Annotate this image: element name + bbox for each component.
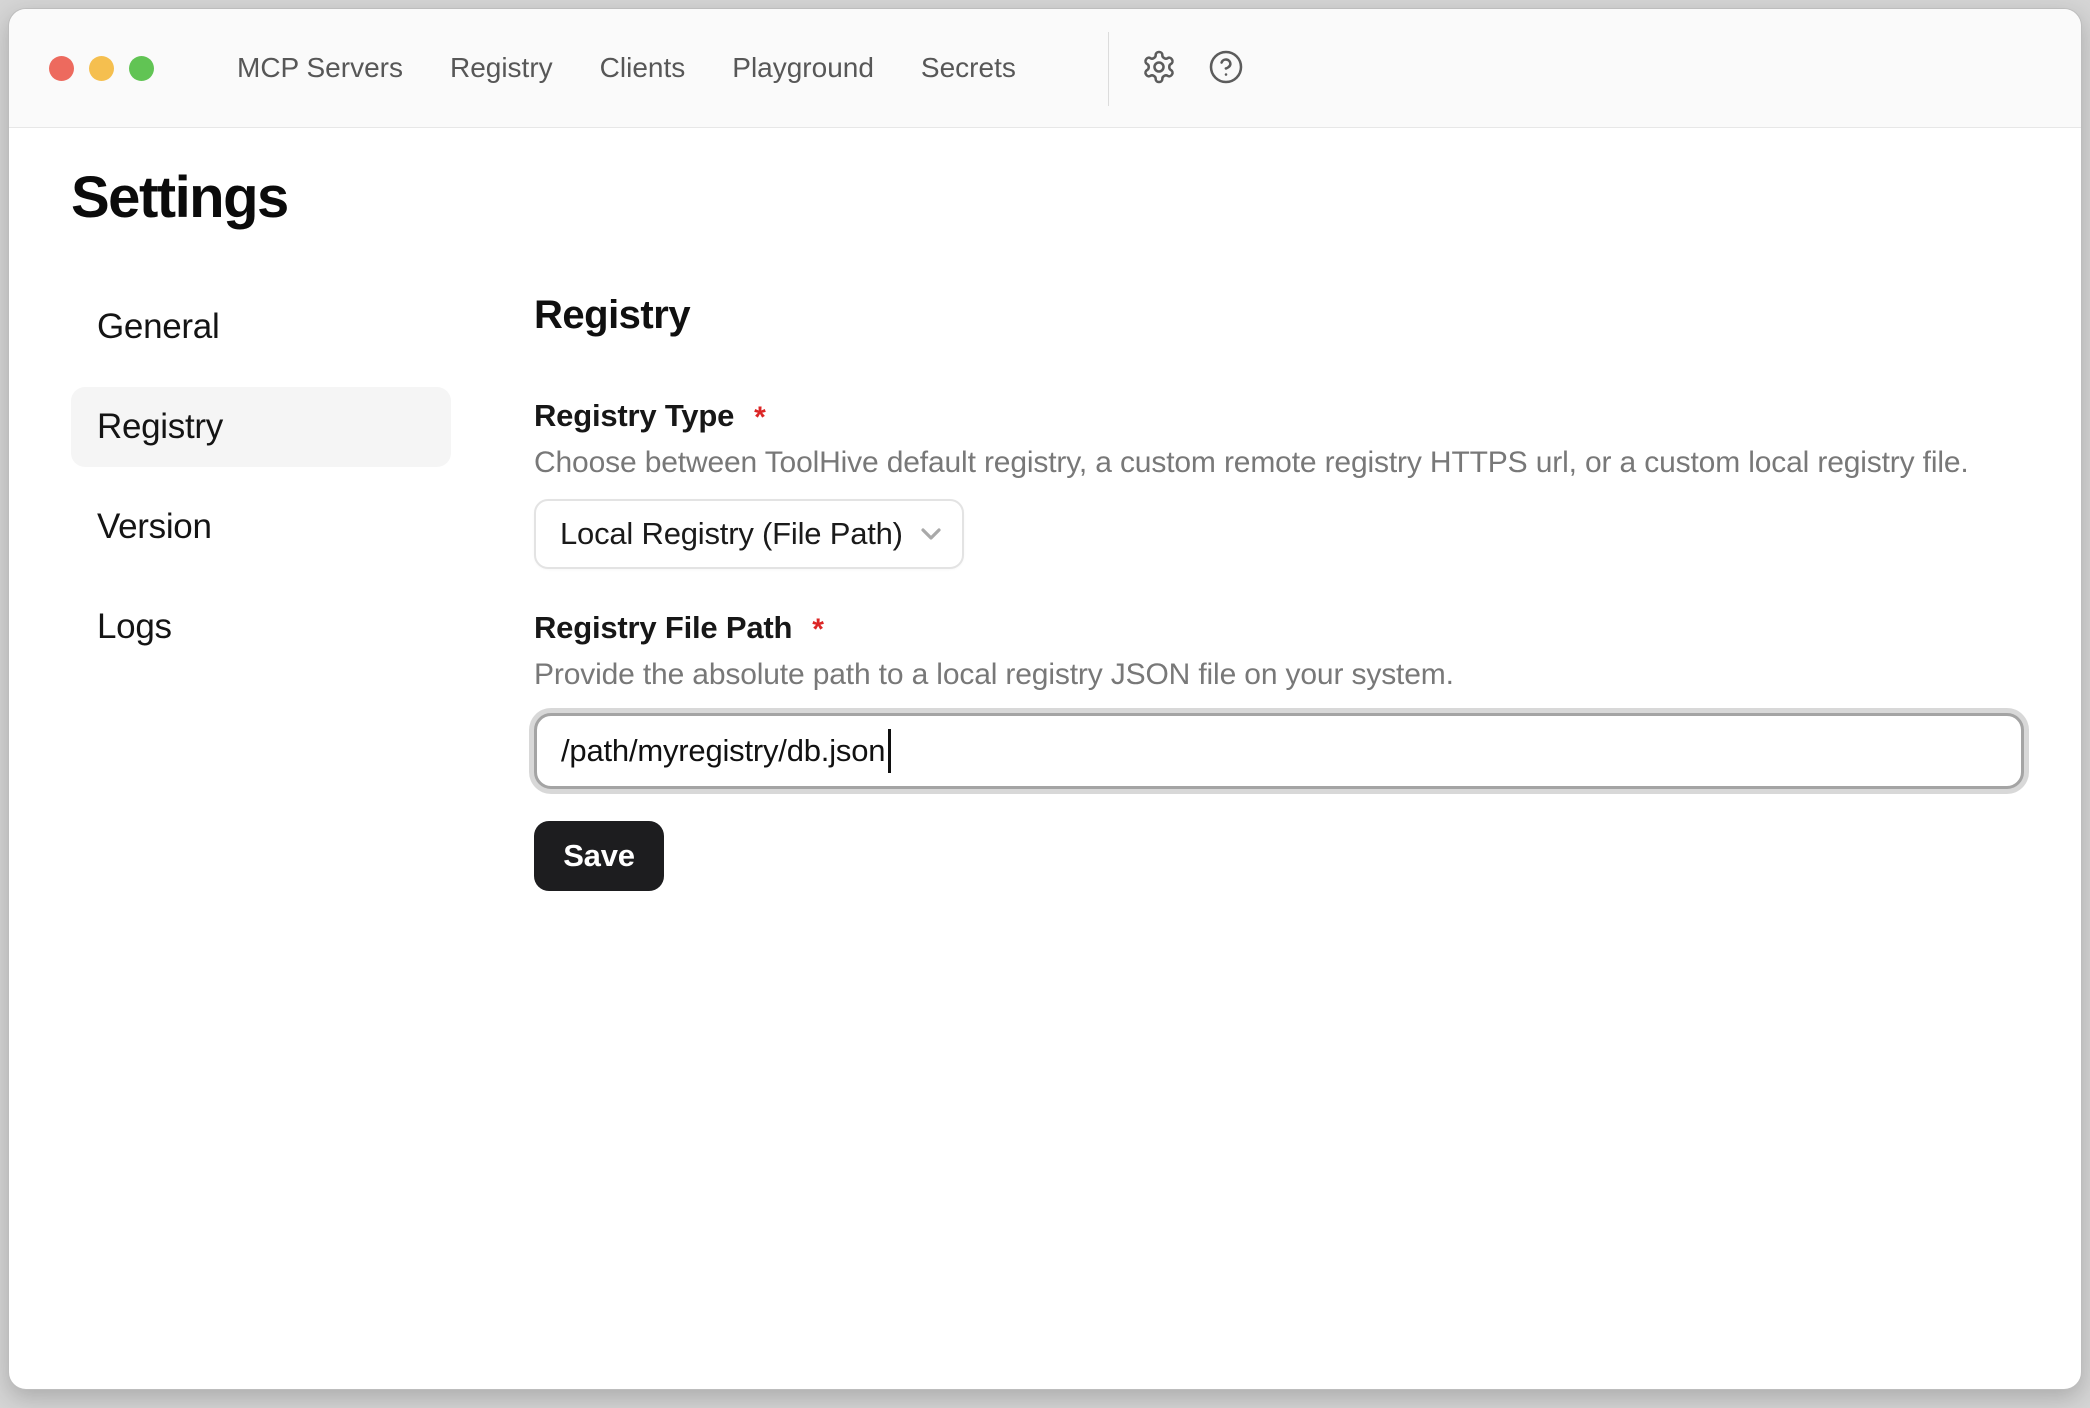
- registry-type-label-row: Registry Type *: [534, 399, 766, 434]
- settings-button[interactable]: [1137, 9, 1181, 127]
- registry-file-path-input[interactable]: /path/myregistry/db.json: [534, 713, 2024, 789]
- save-button[interactable]: Save: [534, 821, 664, 891]
- registry-settings-panel: Registry Registry Type * Choose between …: [534, 289, 2034, 989]
- titlebar: MCP Servers Registry Clients Playground …: [9, 9, 2081, 128]
- registry-file-path-value: /path/myregistry/db.json: [561, 733, 885, 769]
- help-button[interactable]: [1204, 9, 1248, 127]
- registry-type-select[interactable]: Local Registry (File Path): [534, 499, 964, 569]
- sidebar-item-general[interactable]: General: [71, 287, 451, 367]
- sidebar-item-version[interactable]: Version: [71, 487, 451, 567]
- text-cursor: [888, 729, 891, 773]
- settings-gear-icon: [1141, 49, 1177, 88]
- settings-sidebar: General Registry Version Logs: [71, 287, 451, 687]
- desktop-background: MCP Servers Registry Clients Playground …: [0, 0, 2090, 1408]
- registry-type-description: Choose between ToolHive default registry…: [534, 446, 1969, 479]
- main-nav: MCP Servers Registry Clients Playground …: [237, 9, 1016, 127]
- minimize-window-button[interactable]: [89, 56, 114, 81]
- sidebar-item-logs[interactable]: Logs: [71, 587, 451, 667]
- nav-playground[interactable]: Playground: [732, 52, 874, 84]
- traffic-lights: [49, 9, 154, 127]
- close-window-button[interactable]: [49, 56, 74, 81]
- required-asterisk: *: [754, 399, 766, 434]
- sidebar-item-registry[interactable]: Registry: [71, 387, 451, 467]
- titlebar-divider: [1108, 32, 1109, 106]
- registry-file-path-label-row: Registry File Path *: [534, 611, 824, 646]
- nav-mcp-servers[interactable]: MCP Servers: [237, 52, 403, 84]
- zoom-window-button[interactable]: [129, 56, 154, 81]
- chevron-down-icon: [903, 518, 947, 550]
- page-title: Settings: [71, 169, 288, 227]
- registry-type-label: Registry Type: [534, 399, 734, 433]
- required-asterisk: *: [812, 611, 824, 646]
- nav-clients[interactable]: Clients: [600, 52, 686, 84]
- registry-type-selected-value: Local Registry (File Path): [560, 516, 903, 552]
- app-window: MCP Servers Registry Clients Playground …: [8, 8, 2082, 1390]
- registry-file-path-label: Registry File Path: [534, 611, 792, 645]
- registry-file-path-description: Provide the absolute path to a local reg…: [534, 658, 1454, 691]
- nav-secrets[interactable]: Secrets: [921, 52, 1016, 84]
- help-icon: [1208, 49, 1244, 88]
- nav-registry[interactable]: Registry: [450, 52, 553, 84]
- section-heading: Registry: [534, 295, 690, 335]
